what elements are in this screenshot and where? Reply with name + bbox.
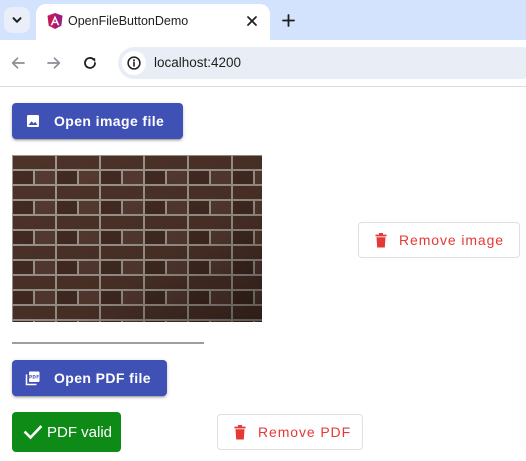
address-bar[interactable]: localhost:4200 bbox=[118, 47, 526, 79]
remove-image-button[interactable]: Remove image bbox=[358, 222, 520, 258]
tab-close-button[interactable] bbox=[244, 13, 260, 29]
check-icon bbox=[22, 421, 44, 443]
back-button[interactable] bbox=[7, 52, 29, 74]
image-icon bbox=[24, 112, 42, 130]
plus-icon bbox=[281, 13, 295, 27]
browser-toolbar: localhost:4200 bbox=[0, 40, 526, 87]
new-tab-button[interactable] bbox=[278, 10, 298, 30]
site-info-button[interactable] bbox=[122, 51, 146, 75]
pdf-valid-status: PDF valid bbox=[12, 412, 121, 452]
open-image-file-label: Open image file bbox=[54, 113, 165, 129]
section-divider bbox=[12, 342, 204, 344]
svg-text:PDF: PDF bbox=[29, 375, 40, 380]
browser-tabstrip: OpenFileButtonDemo bbox=[0, 0, 526, 40]
chevron-down-icon bbox=[12, 17, 22, 23]
remove-pdf-label: Remove PDF bbox=[258, 424, 352, 440]
tab-title: OpenFileButtonDemo bbox=[68, 14, 189, 28]
pdf-icon: PDF bbox=[24, 369, 42, 387]
arrow-right-icon bbox=[47, 57, 61, 69]
forward-button[interactable] bbox=[43, 52, 65, 74]
image-preview bbox=[12, 155, 262, 322]
pdf-valid-label: PDF valid bbox=[47, 423, 113, 441]
remove-pdf-button[interactable]: Remove PDF bbox=[217, 414, 363, 450]
reload-button[interactable] bbox=[79, 52, 101, 74]
arrow-left-icon bbox=[11, 57, 25, 69]
browser-tab-active[interactable]: OpenFileButtonDemo bbox=[36, 4, 270, 40]
tab-search-button[interactable] bbox=[4, 7, 30, 33]
info-icon bbox=[127, 56, 141, 70]
open-image-file-button[interactable]: Open image file bbox=[12, 103, 183, 139]
url-text: localhost:4200 bbox=[154, 55, 242, 70]
open-pdf-file-button[interactable]: PDF Open PDF file bbox=[12, 360, 167, 396]
reload-icon bbox=[84, 57, 96, 69]
open-pdf-file-label: Open PDF file bbox=[54, 370, 151, 386]
angular-logo-icon bbox=[47, 13, 63, 29]
remove-image-label: Remove image bbox=[399, 232, 504, 248]
trash-icon bbox=[232, 423, 248, 441]
close-icon bbox=[247, 16, 257, 26]
trash-icon bbox=[373, 231, 389, 249]
